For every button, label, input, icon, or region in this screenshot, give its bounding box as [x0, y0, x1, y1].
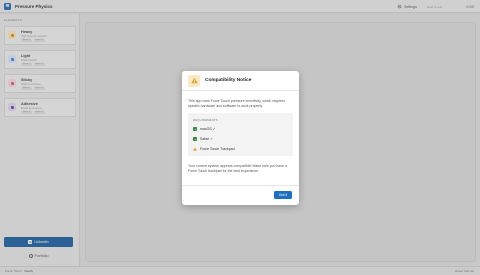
requirements-label: REQUIREMENTS	[193, 118, 218, 122]
dialog-footer: Got it	[182, 185, 299, 205]
warning-icon	[193, 147, 197, 151]
got-it-button[interactable]: Got it	[274, 191, 292, 199]
check-icon	[193, 137, 197, 141]
requirement-label: Force Touch Trackpad	[200, 147, 235, 151]
requirements-box: REQUIREMENTS macOS ✓ Safari ✓ Force Touc…	[188, 113, 293, 156]
dialog-description: This app uses Force Touch pressure sensi…	[188, 99, 285, 108]
compatibility-dialog: Compatibility Notice This app uses Force…	[182, 71, 299, 205]
requirement-item: macOS ✓	[193, 127, 216, 131]
requirement-item: Safari ✓	[193, 137, 213, 141]
dialog-title: Compatibility Notice	[205, 78, 252, 83]
dialog-note: Your current system appears compatible! …	[188, 164, 287, 173]
warning-icon	[188, 74, 200, 87]
requirement-label: macOS ✓	[200, 127, 216, 131]
requirement-label: Safari ✓	[200, 137, 214, 141]
check-icon	[193, 127, 197, 131]
requirement-item: Force Touch Trackpad	[193, 147, 235, 151]
dialog-header: Compatibility Notice	[182, 71, 299, 91]
